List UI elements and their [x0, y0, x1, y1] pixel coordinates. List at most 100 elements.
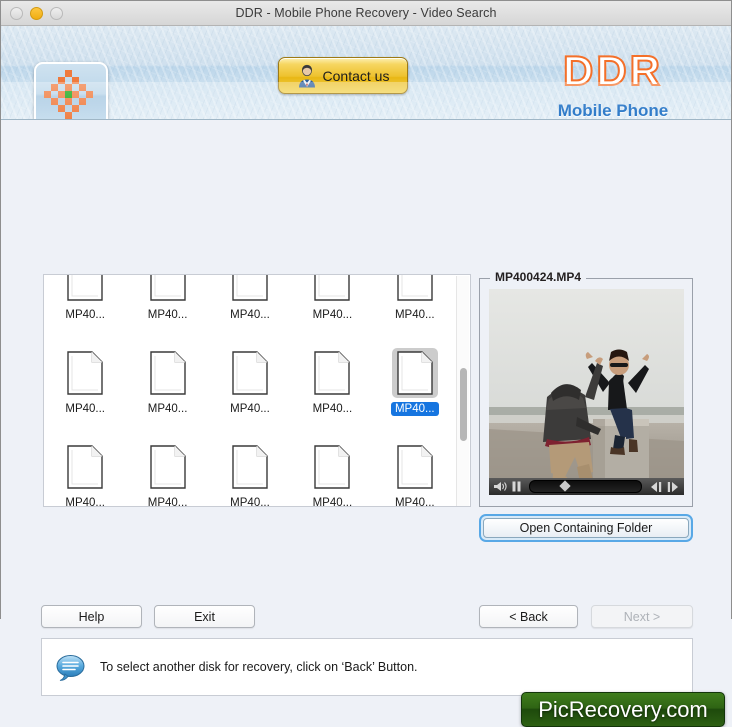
exit-button[interactable]: Exit	[154, 605, 255, 628]
file-icon-wrap	[309, 275, 355, 304]
file-item[interactable]: MP40...	[126, 275, 208, 342]
file-item[interactable]: MP40...	[209, 342, 291, 436]
file-icon-wrap	[62, 348, 108, 398]
file-icon-wrap	[62, 275, 108, 304]
file-item-label: MP40...	[147, 309, 188, 321]
step-backward-icon[interactable]	[650, 481, 662, 492]
checkered-flower-icon	[44, 70, 93, 119]
recovered-files-list[interactable]: MP40... MP40... MP40... MP40... MP40... …	[43, 274, 471, 507]
file-icon-wrap	[145, 275, 191, 304]
main-content: MP40... MP40... MP40... MP40... MP40... …	[1, 120, 731, 727]
document-icon	[67, 445, 103, 489]
file-item[interactable]: MP40...	[126, 436, 208, 507]
file-item[interactable]: MP40...	[374, 342, 456, 436]
file-item-label: MP40...	[230, 309, 270, 321]
watermark-badge: PicRecovery.com	[521, 692, 725, 727]
video-scrubber[interactable]	[529, 480, 642, 493]
step-forward-icon[interactable]	[667, 481, 679, 492]
file-item-label: MP40...	[394, 309, 435, 321]
file-grid: MP40... MP40... MP40... MP40... MP40... …	[44, 275, 456, 507]
file-item[interactable]: MP40...	[374, 275, 456, 342]
file-item-label: MP40...	[394, 497, 435, 507]
person-icon	[298, 64, 315, 87]
file-item-label: MP40...	[230, 497, 270, 507]
file-item[interactable]: MP40...	[126, 342, 208, 436]
scrubber-handle[interactable]	[559, 480, 571, 492]
document-icon	[149, 275, 186, 301]
brand-title: DDR	[562, 47, 663, 94]
file-item-label: MP40...	[312, 497, 353, 507]
status-bar: To select another disk for recovery, cli…	[41, 638, 693, 696]
document-icon	[67, 351, 103, 395]
file-item-label: MP40...	[390, 402, 439, 416]
document-icon	[67, 275, 103, 301]
file-item-label: MP40...	[230, 403, 270, 415]
ddr-app-icon	[34, 62, 108, 119]
file-item[interactable]: MP40...	[374, 436, 456, 507]
file-item[interactable]: MP40...	[291, 436, 373, 507]
file-icon-wrap	[145, 442, 191, 492]
video-controls	[489, 478, 684, 495]
file-item[interactable]: MP40...	[44, 436, 126, 507]
file-icon-wrap	[392, 442, 438, 492]
file-icon-wrap	[62, 442, 108, 492]
preview-panel: MP400424.MP4	[479, 270, 693, 507]
file-item[interactable]: MP40...	[209, 436, 291, 507]
brand-subtitle: Mobile Phone	[557, 101, 669, 120]
close-button[interactable]	[10, 7, 23, 20]
file-item[interactable]: MP40...	[209, 275, 291, 342]
file-item-label: MP40...	[147, 497, 188, 507]
file-item[interactable]: MP40...	[291, 342, 373, 436]
document-icon	[314, 445, 351, 489]
file-item-label: MP40...	[312, 309, 353, 321]
file-icon-wrap	[227, 442, 273, 492]
title-bar: DDR - Mobile Phone Recovery - Video Sear…	[1, 1, 731, 26]
document-icon	[314, 275, 351, 301]
document-icon	[397, 275, 433, 301]
brand-logo: DDR Mobile Phone	[513, 47, 713, 120]
help-button[interactable]: Help	[41, 605, 142, 628]
open-containing-folder-button[interactable]: Open Containing Folder	[479, 514, 693, 542]
file-icon-wrap	[145, 348, 191, 398]
zoom-button[interactable]	[50, 7, 63, 20]
file-icon-wrap	[391, 348, 438, 398]
file-icon-wrap	[309, 442, 355, 492]
app-banner: Contact us DDR Mobile Phone	[1, 26, 731, 120]
open-containing-folder-label: Open Containing Folder	[483, 518, 689, 538]
video-player[interactable]	[489, 289, 684, 495]
file-item[interactable]: MP40...	[291, 275, 373, 342]
speaker-icon[interactable]	[494, 481, 507, 492]
document-icon	[397, 445, 433, 489]
file-item-label: MP40...	[312, 403, 353, 415]
document-icon	[232, 275, 268, 301]
speech-bubble-icon	[56, 654, 85, 681]
scrollbar-thumb[interactable]	[460, 368, 467, 441]
file-item-label: MP40...	[65, 497, 106, 507]
preview-filename: MP400424.MP4	[490, 270, 587, 284]
contact-us-label: Contact us	[322, 67, 390, 84]
file-item[interactable]: MP40...	[44, 275, 126, 342]
back-button[interactable]: < Back	[479, 605, 578, 628]
file-item[interactable]: MP40...	[44, 342, 126, 436]
file-icon-wrap	[227, 348, 273, 398]
document-icon	[149, 445, 186, 489]
file-icon-wrap	[392, 275, 438, 304]
video-frame-image	[489, 289, 684, 495]
document-icon	[397, 351, 433, 395]
document-icon	[232, 351, 268, 395]
file-item-label: MP40...	[147, 403, 188, 415]
file-icon-wrap	[309, 348, 355, 398]
document-icon	[232, 445, 268, 489]
window-title: DDR - Mobile Phone Recovery - Video Sear…	[235, 6, 497, 20]
file-item-label: MP40...	[65, 403, 106, 415]
file-list-scrollbar[interactable]	[456, 276, 469, 506]
document-icon	[149, 351, 186, 395]
pause-icon[interactable]	[512, 481, 521, 492]
status-message: To select another disk for recovery, cli…	[100, 660, 418, 674]
document-icon	[314, 351, 351, 395]
contact-us-button[interactable]: Contact us	[278, 57, 408, 94]
minimize-button[interactable]	[30, 7, 43, 20]
file-item-label: MP40...	[65, 309, 106, 321]
next-button: Next >	[591, 605, 693, 628]
window-controls	[10, 7, 63, 20]
